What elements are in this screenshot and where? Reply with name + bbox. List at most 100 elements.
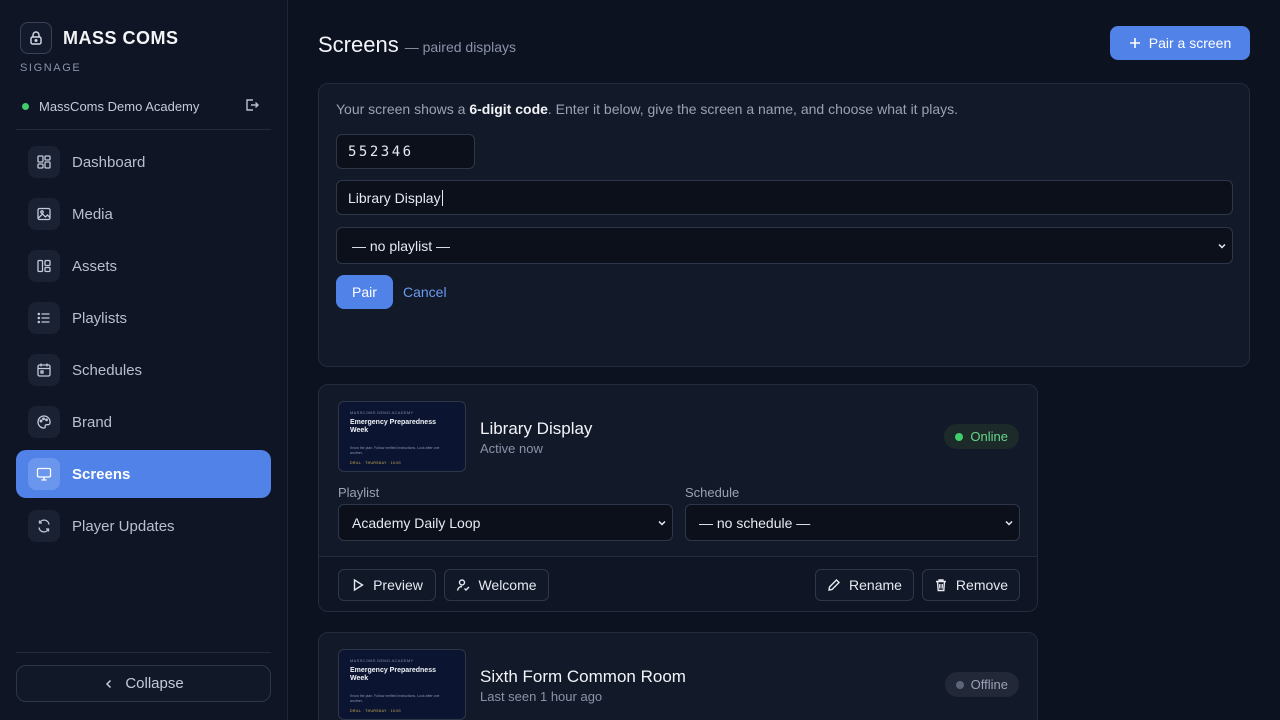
play-icon: [353, 578, 364, 592]
image-icon: [28, 198, 60, 230]
chevron-down-icon: [1005, 520, 1013, 526]
remove-button[interactable]: Remove: [922, 569, 1020, 601]
list-icon: [28, 302, 60, 334]
app-subtitle: SIGNAGE: [20, 62, 82, 74]
playlist-select[interactable]: — no playlist —: [336, 227, 1233, 264]
collapse-button[interactable]: Collapse: [16, 665, 271, 702]
screen-last-seen: Last seen 1 hour ago: [480, 689, 603, 704]
org-name: MassComs Demo Academy: [39, 98, 200, 114]
thumbnail-title: Emergency Preparedness Week: [350, 419, 436, 434]
preview-button[interactable]: Preview: [338, 569, 436, 601]
pair-form-panel: Your screen shows a 6-digit code. Enter …: [318, 83, 1250, 367]
screen-thumbnail: MASSCOMS DEMO ACADEMY Emergency Prepared…: [338, 401, 466, 472]
collapse-label: Collapse: [125, 675, 184, 692]
app-name: MASS COMS: [63, 27, 179, 48]
sidebar: MASS COMS SIGNAGE MassComs Demo Academy …: [0, 0, 288, 720]
screen-schedule-value: — no schedule —: [699, 514, 811, 531]
status-badge: Offline: [944, 672, 1019, 697]
logout-icon[interactable]: [244, 97, 262, 115]
sidebar-item-label: Schedules: [72, 361, 143, 379]
sidebar-item-assets[interactable]: Assets: [16, 242, 271, 290]
page-title-text: Screens: [318, 32, 399, 57]
pair-button[interactable]: Pair: [336, 275, 393, 309]
screen-name-input[interactable]: Library Display: [336, 180, 1233, 215]
status-dot: [955, 432, 964, 441]
pair-screen-button[interactable]: Pair a screen: [1110, 26, 1250, 60]
rename-button[interactable]: Rename: [815, 569, 914, 601]
thumbnail-footer: DRILL · THURSDAY · 10:00: [350, 461, 401, 465]
screen-card: MASSCOMS DEMO ACADEMY Emergency Prepared…: [318, 384, 1038, 612]
lock-icon: [20, 22, 52, 54]
thumbnail-body: Know the plan. Follow verified instructi…: [350, 446, 440, 455]
brand: MASS COMS: [20, 22, 179, 54]
status-badge: Online: [944, 424, 1019, 449]
screen-name: Library Display: [480, 419, 593, 438]
pair-instructions-bold: 6-digit code: [469, 101, 548, 117]
screen-card: MASSCOMS DEMO ACADEMY Emergency Prepared…: [318, 632, 1038, 720]
status-label: Offline: [970, 677, 1008, 692]
sidebar-item-screens[interactable]: Screens: [16, 450, 271, 498]
screen-thumbnail: MASSCOMS DEMO ACADEMY Emergency Prepared…: [338, 649, 466, 720]
sidebar-item-brand[interactable]: Brand: [16, 398, 271, 446]
sidebar-item-label: Brand: [72, 413, 113, 431]
sidebar-item-label: Playlists: [72, 309, 128, 327]
chevron-down-icon: [658, 520, 666, 526]
playlist-select-value: — no playlist —: [352, 237, 451, 254]
sidebar-item-dashboard[interactable]: Dashboard: [16, 138, 271, 186]
pair-instructions-text: Your screen shows a: [336, 101, 470, 117]
thumbnail-academy: MASSCOMS DEMO ACADEMY: [350, 410, 414, 415]
chevron-left-icon: [106, 679, 112, 688]
status-dot: [955, 680, 964, 689]
org-switcher: MassComs Demo Academy: [20, 96, 270, 116]
thumbnail-title: Emergency Preparedness Week: [350, 667, 436, 682]
pair-instructions: Your screen shows a 6-digit code. Enter …: [336, 101, 958, 117]
sidebar-divider: [16, 652, 271, 653]
sidebar-item-schedules[interactable]: Schedules: [16, 346, 271, 394]
pencil-icon: [828, 579, 841, 591]
status-label: Online: [970, 429, 1008, 444]
sidebar-item-playlists[interactable]: Playlists: [16, 294, 271, 342]
sidebar-item-label: Screens: [72, 465, 131, 483]
monitor-icon: [28, 458, 60, 490]
assets-icon: [28, 250, 60, 282]
plus-icon: [1129, 38, 1140, 48]
sidebar-item-label: Media: [72, 205, 113, 223]
calendar-icon: [28, 354, 60, 386]
screen-playlist-select[interactable]: Academy Daily Loop: [338, 504, 673, 541]
rename-label: Rename: [849, 577, 902, 593]
screen-schedule-select[interactable]: — no schedule —: [685, 504, 1020, 541]
thumbnail-academy: MASSCOMS DEMO ACADEMY: [350, 658, 414, 663]
cancel-link[interactable]: Cancel: [403, 284, 447, 300]
dashboard-icon: [28, 146, 60, 178]
screen-last-seen: Active now: [480, 441, 543, 456]
trash-icon: [935, 579, 946, 592]
sidebar-nav: Dashboard Media Assets Playlists Schedul…: [16, 138, 271, 554]
schedule-label: Schedule: [685, 485, 740, 500]
screen-name-value: Library Display: [348, 189, 441, 206]
refresh-icon: [28, 510, 60, 542]
text-caret: [441, 189, 443, 206]
playlist-label: Playlist: [338, 485, 380, 500]
remove-label: Remove: [955, 577, 1009, 593]
pair-screen-label: Pair a screen: [1148, 35, 1232, 51]
sidebar-item-label: Assets: [72, 257, 118, 275]
sidebar-item-media[interactable]: Media: [16, 190, 271, 238]
user-wave-icon: [457, 579, 470, 591]
thumbnail-body: Know the plan. Follow verified instructi…: [350, 694, 440, 703]
screen-card-actions: Preview Welcome Rename Remove: [319, 556, 1037, 611]
thumbnail-footer: DRILL · THURSDAY · 10:00: [350, 709, 401, 713]
preview-label: Preview: [373, 577, 423, 593]
palette-icon: [28, 406, 60, 438]
page-title: Screens — paired displays: [318, 32, 516, 58]
welcome-button[interactable]: Welcome: [444, 569, 549, 601]
pairing-code-input[interactable]: 552346: [336, 134, 475, 169]
pairing-code-value: 552346: [348, 143, 414, 160]
pair-instructions-text: . Enter it below, give the screen a name…: [547, 101, 959, 117]
screen-name: Sixth Form Common Room: [480, 667, 686, 686]
sidebar-item-label: Dashboard: [72, 153, 146, 171]
sidebar-divider: [16, 129, 271, 130]
screen-playlist-value: Academy Daily Loop: [352, 514, 481, 531]
chevron-down-icon: [1218, 243, 1226, 249]
org-status-dot: [22, 102, 29, 110]
sidebar-item-player-updates[interactable]: Player Updates: [16, 502, 271, 550]
